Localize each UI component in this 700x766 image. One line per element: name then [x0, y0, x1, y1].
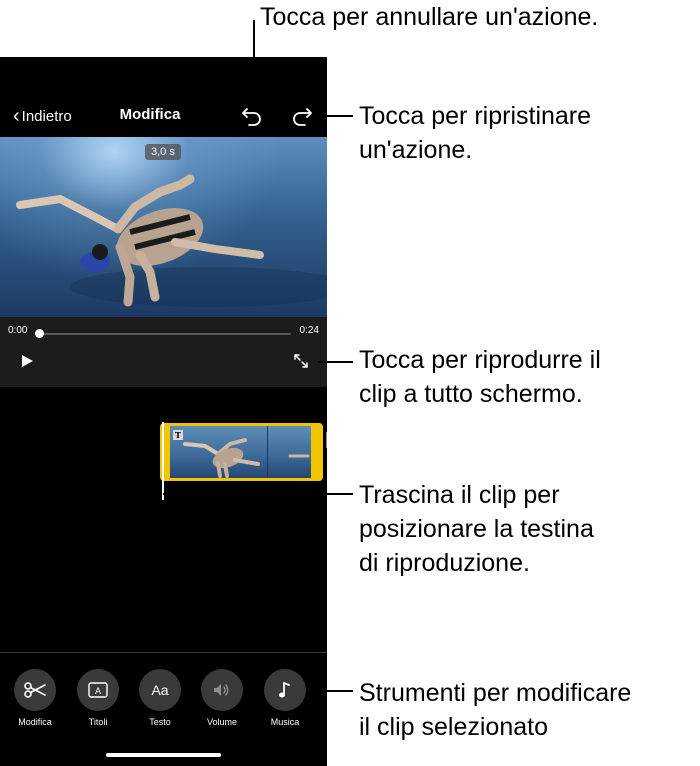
callout-tools: Strumenti per modificare il clip selezio… — [359, 676, 631, 744]
svg-text:A: A — [95, 686, 101, 696]
total-time: 0:24 — [299, 325, 319, 336]
tool-music[interactable]: Musica — [255, 669, 315, 727]
titles-icon: A — [77, 669, 119, 711]
leader-line-undo — [253, 20, 255, 106]
callout-fullscreen: Tocca per riprodurre il clip a tutto sch… — [359, 343, 601, 411]
scrubber-track[interactable] — [39, 333, 291, 335]
tool-titles-label: Titoli — [88, 717, 108, 727]
tool-titles[interactable]: A Titoli — [68, 669, 128, 727]
tool-volume-label: Volume — [206, 717, 238, 727]
callout-fullscreen-line-1: Tocca per riprodurre il — [359, 346, 601, 374]
current-time: 0:00 — [8, 325, 28, 336]
leader-line-drag — [163, 493, 353, 495]
clip-thumbnail-image — [183, 438, 310, 478]
callout-tools-line-1: Strumenti per modificare — [359, 679, 632, 707]
thumbnail-divider — [267, 426, 268, 478]
timeline[interactable]: T — [0, 387, 327, 650]
clip-thumbnails — [170, 426, 311, 478]
timeline-clip[interactable]: T — [160, 423, 323, 481]
video-viewer[interactable]: 3,0 s — [0, 137, 327, 317]
home-indicator[interactable] — [106, 753, 221, 757]
text-icon-glyph: Aa — [151, 682, 169, 698]
phone-screen: ‹ Indietro Modifica 3,0 s 0:00 0:24 T Mo… — [0, 57, 327, 766]
scrubber-handle[interactable] — [35, 329, 44, 338]
callout-redo: Tocca per ripristinare un'azione. — [359, 99, 591, 167]
tool-edit[interactable]: Modifica — [5, 669, 65, 727]
skydiver-image — [16, 174, 327, 307]
callout-fullscreen-line-2: clip a tutto schermo. — [359, 380, 583, 408]
undo-icon[interactable] — [241, 105, 265, 127]
tool-music-label: Musica — [270, 717, 300, 727]
callout-drag-line-1: Trascina il clip per — [359, 481, 560, 509]
edit-toolbar: Modifica A Titoli Aa Testo Volume Musica — [0, 652, 327, 766]
tool-text[interactable]: Aa Testo — [130, 669, 190, 727]
text-icon: Aa — [139, 669, 181, 711]
redo-icon[interactable] — [289, 105, 313, 127]
playback-controls: 0:00 0:24 — [0, 317, 327, 387]
leader-line-redo — [316, 115, 353, 117]
callout-undo: Tocca per annullare un'azione. — [260, 3, 599, 31]
leader-line-fullscreen — [318, 361, 353, 363]
scissors-icon — [14, 669, 56, 711]
callout-drag: Trascina il clip per posizionare la test… — [359, 478, 594, 580]
callout-drag-line-3: di riproduzione. — [359, 549, 530, 577]
playhead — [162, 422, 164, 500]
fullscreen-icon[interactable] — [293, 353, 309, 369]
play-icon[interactable] — [20, 354, 34, 368]
callout-drag-line-2: posizionare la testina — [359, 515, 594, 543]
timeline-edge-marker — [326, 432, 327, 448]
music-note-icon — [264, 669, 306, 711]
speaker-icon — [201, 669, 243, 711]
leader-line-tools — [312, 690, 353, 692]
callout-tools-line-2: il clip selezionato — [359, 713, 548, 741]
navigation-bar: ‹ Indietro Modifica — [0, 57, 327, 137]
tool-volume[interactable]: Volume — [192, 669, 252, 727]
title-indicator-icon: T — [173, 430, 183, 440]
clip-duration-badge: 3,0 s — [145, 144, 181, 160]
callout-redo-line-2: un'azione. — [359, 136, 473, 164]
callout-redo-line-1: Tocca per ripristinare — [359, 102, 592, 130]
tool-edit-label: Modifica — [18, 717, 52, 727]
tool-text-label: Testo — [149, 717, 171, 727]
